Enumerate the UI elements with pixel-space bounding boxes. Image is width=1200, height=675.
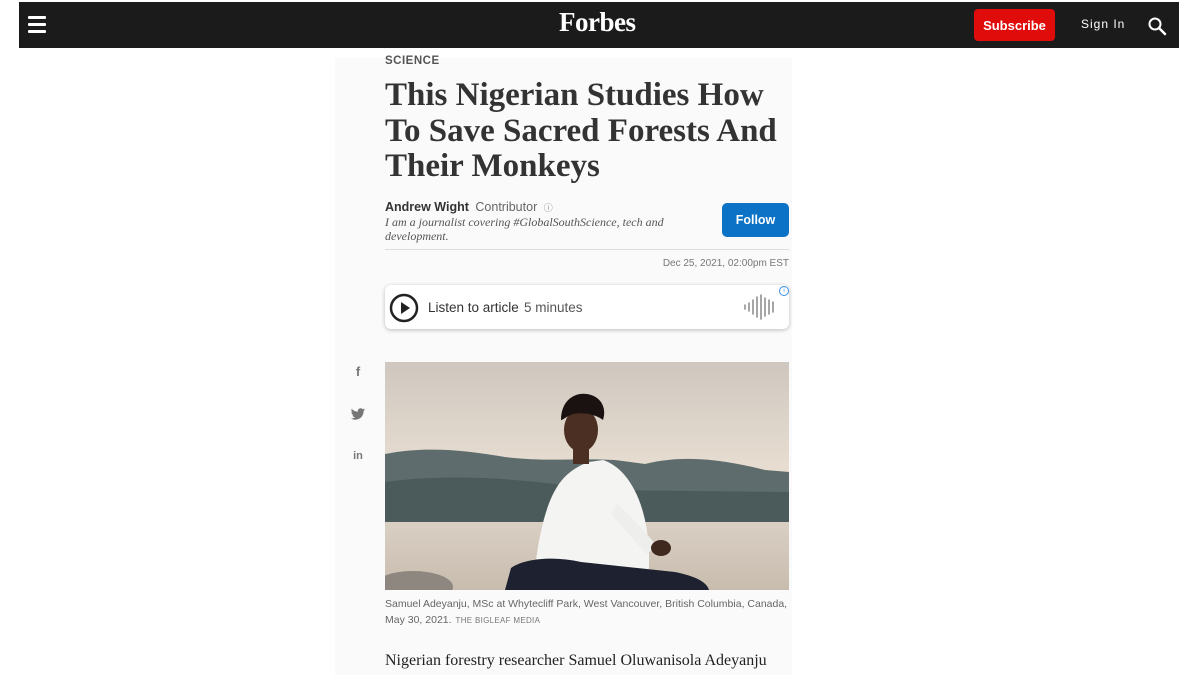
photo-credit: THE BIGLEAF MEDIA	[455, 616, 541, 625]
audio-waveform-icon	[744, 294, 774, 320]
section-label[interactable]: SCIENCE	[385, 55, 440, 67]
article-hero-image	[385, 362, 789, 590]
article-headline: This Nigerian Studies How To Save Sacred…	[385, 77, 777, 184]
listen-duration: 5 minutes	[524, 300, 583, 315]
image-caption: Samuel Adeyanju, MSc at Whytecliff Park,…	[385, 596, 790, 629]
article-body-text: Nigerian forestry researcher Samuel Oluw…	[385, 652, 767, 669]
facebook-share-icon[interactable]: f	[350, 364, 366, 379]
play-icon[interactable]	[389, 293, 419, 323]
author-name[interactable]: Andrew Wight	[385, 200, 469, 214]
follow-button[interactable]: Follow	[722, 203, 789, 237]
twitter-share-icon[interactable]	[350, 408, 366, 421]
author-byline: Andrew Wight Contributor ⓘ	[385, 200, 553, 214]
sign-in-link[interactable]: Sign In	[1081, 17, 1125, 31]
subscribe-button[interactable]: Subscribe	[974, 9, 1055, 41]
publish-date: Dec 25, 2021, 02:00pm EST	[662, 258, 789, 269]
search-icon[interactable]	[1147, 16, 1167, 36]
author-bio: I am a journalist covering #GlobalSouthS…	[385, 215, 664, 243]
ad-info-icon[interactable]: i	[779, 286, 789, 296]
info-icon[interactable]: ⓘ	[544, 203, 553, 213]
hamburger-menu-icon[interactable]	[28, 16, 46, 33]
listen-label: Listen to article	[428, 300, 519, 315]
top-navigation-bar: Forbes Subscribe Sign In	[19, 2, 1179, 48]
listen-to-article-player[interactable]: Listen to article 5 minutes i	[385, 285, 789, 329]
divider	[385, 249, 789, 250]
author-role: Contributor	[475, 200, 538, 214]
linkedin-share-icon[interactable]: in	[350, 450, 366, 462]
caption-text: Samuel Adeyanju, MSc at Whytecliff Park,…	[385, 598, 788, 626]
forbes-logo[interactable]: Forbes	[559, 7, 636, 38]
